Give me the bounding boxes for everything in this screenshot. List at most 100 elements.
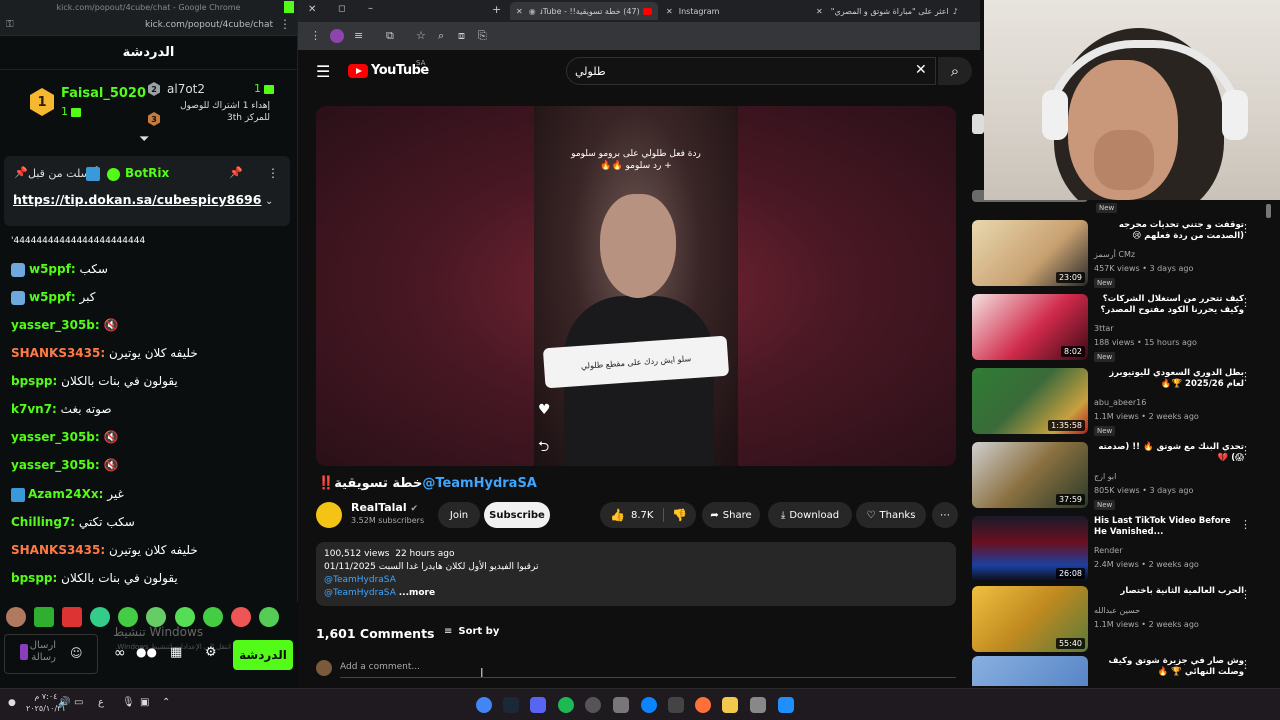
spotify-taskbar-icon[interactable] xyxy=(558,697,574,713)
video-thumbnail[interactable]: 23:09 xyxy=(972,220,1088,286)
language-indicator[interactable]: ع xyxy=(98,697,104,708)
video-description[interactable]: 100,512 views 22 hours ago ترقبوا الفيدي… xyxy=(316,542,956,606)
more-options-icon[interactable]: ⋮ xyxy=(1240,658,1251,671)
like-count[interactable]: 8.7K xyxy=(631,510,653,521)
chat-username[interactable]: w5ppf: xyxy=(29,290,76,304)
related-channel[interactable]: Render xyxy=(1094,546,1122,555)
related-video[interactable]: وش صار في جزيرة شوتق وكيف وصلت النهائي 🏆… xyxy=(972,656,1262,686)
pinned-user[interactable]: BotRix xyxy=(125,166,169,180)
leader-2-name[interactable]: al7ot2 xyxy=(167,82,205,96)
thanks-button[interactable]: ♡ Thanks xyxy=(856,502,926,528)
network-icon[interactable]: ▭ xyxy=(74,697,83,708)
obs-taskbar-icon[interactable] xyxy=(585,697,601,713)
video-thumbnail[interactable]: 8:02 xyxy=(972,294,1088,360)
chat-username[interactable]: SHANKS3435: xyxy=(11,543,105,557)
close-tab-icon[interactable]: ✕ xyxy=(666,7,673,16)
download-button[interactable]: ⤓ Download xyxy=(768,502,852,528)
video-player[interactable]: ردة فعل طلولي على برومو سلومو + رد سلومو… xyxy=(316,106,956,466)
related-video[interactable]: 37:59 تحدي البنك مع شوتق 🔥 !! (صدمته 😱) … xyxy=(972,442,1262,516)
camera-icon[interactable]: ▣ xyxy=(140,697,149,708)
task-view-icon[interactable] xyxy=(750,697,766,713)
join-button[interactable]: Join xyxy=(438,502,480,528)
channel-avatar[interactable] xyxy=(316,502,342,528)
calendar-icon[interactable]: ▦ xyxy=(170,645,182,660)
search-icon[interactable]: ⌕ xyxy=(938,57,972,85)
chat-username[interactable]: w5ppf: xyxy=(29,262,76,276)
related-title[interactable]: بطل الدوري السعودي لليوتيوبرز لعام 2025/… xyxy=(1094,368,1244,390)
unpin-icon[interactable]: 📌 xyxy=(229,166,243,179)
youtube-logo-icon[interactable] xyxy=(348,64,368,78)
show-hidden-icons-icon[interactable]: ⌃ xyxy=(162,697,170,708)
related-channel[interactable]: 3ttar xyxy=(1094,324,1114,333)
emote-icon[interactable] xyxy=(6,606,26,627)
emote-icon[interactable] xyxy=(258,606,279,627)
gear-icon[interactable]: ⚙ xyxy=(205,645,217,660)
sidebar-scrollbar[interactable] xyxy=(1266,204,1271,218)
chat-username[interactable]: bpspp: xyxy=(11,374,57,388)
emote-icon[interactable] xyxy=(118,606,139,627)
emote-icon[interactable] xyxy=(62,606,83,627)
windows-start-icon[interactable] xyxy=(778,697,794,713)
kick-urlbar[interactable]: ⚿ kick.com/popout/4cube/chat ⋮ xyxy=(0,14,297,36)
profile-avatar[interactable] xyxy=(330,29,344,43)
translate-icon[interactable]: ⧈ xyxy=(458,29,465,43)
menu-icon[interactable]: ⋮ xyxy=(279,17,291,31)
related-channel[interactable]: abu_abeer16 xyxy=(1094,398,1146,407)
search-input[interactable]: طلولي xyxy=(566,57,936,85)
related-video[interactable]: 1:35:58 بطل الدوري السعودي لليوتيوبرز لع… xyxy=(972,368,1262,442)
video-title-mention[interactable]: @TeamHydraSA xyxy=(422,476,537,491)
clear-search-icon[interactable]: ✕ xyxy=(915,62,927,78)
emote-icon[interactable] xyxy=(90,606,111,627)
chat-username[interactable]: Azam24Xx: xyxy=(28,487,103,501)
related-video[interactable]: 55:40 الحرب العالمية الثانية باختصار حسي… xyxy=(972,586,1262,660)
infinity-icon[interactable]: ∞ xyxy=(114,645,126,661)
more-options-icon[interactable]: ⋮ xyxy=(1240,296,1251,309)
sort-by-button[interactable]: ≡ Sort by xyxy=(444,626,499,637)
more-options-icon[interactable]: ⋮ xyxy=(1240,222,1251,235)
extensions-icon[interactable]: ⧉ xyxy=(386,29,394,43)
close-tab-icon[interactable]: ✕ xyxy=(516,7,523,16)
related-channel[interactable]: أرسمز CMz xyxy=(1094,250,1135,259)
related-video[interactable]: 26:08 His Last TikTok Video Before He Va… xyxy=(972,516,1262,590)
notification-icon[interactable]: ● xyxy=(8,698,16,708)
minimize-window-icon[interactable]: – xyxy=(368,3,373,14)
related-title[interactable]: توقفت و جتني تحديات محرجه (الصدمت من ردة… xyxy=(1094,220,1244,242)
tab-search-icon[interactable]: ≡ xyxy=(354,29,363,42)
related-title[interactable]: تحدي البنك مع شوتق 🔥 !! (صدمته 😱) 💔 xyxy=(1094,442,1244,464)
channel-name[interactable]: RealTalal ✔ xyxy=(351,501,418,514)
chat-username[interactable]: k7vn7: xyxy=(11,402,57,416)
related-title[interactable]: كيف تتحرر من استغلال الشركات؟ وكيف يحررن… xyxy=(1094,294,1245,316)
desc-link[interactable]: @TeamHydraSA xyxy=(324,588,396,598)
restore-window-icon[interactable]: ◻ xyxy=(338,4,345,14)
related-channel[interactable]: حسين عبدالله xyxy=(1094,606,1140,615)
video-thumbnail[interactable]: 37:59 xyxy=(972,442,1088,508)
more-options-icon[interactable]: ⋮ xyxy=(1240,518,1251,531)
tab-youtube[interactable]: ✕ ◉ (47) خطة تسويقية!! - YouTube xyxy=(510,2,658,20)
sidebar-chip[interactable] xyxy=(972,114,984,134)
emote-icon[interactable] xyxy=(34,606,55,627)
related-video[interactable]: 23:09 توقفت و جتني تحديات محرجه (الصدمت … xyxy=(972,220,1262,294)
chat-username[interactable]: yasser_305b: xyxy=(11,430,100,444)
mic-icon[interactable]: 🎙 xyxy=(122,697,135,708)
share-button[interactable]: ➦ Share xyxy=(702,502,760,528)
emoji-picker-icon[interactable]: ☺ xyxy=(70,646,83,660)
cast-icon[interactable]: ⎘ xyxy=(478,29,487,43)
app-taskbar-icon[interactable] xyxy=(613,697,629,713)
zoom-icon[interactable]: ⌕ xyxy=(438,29,444,43)
tab-instagram[interactable]: ✕ Instagram xyxy=(660,2,810,20)
related-title[interactable]: وش صار في جزيرة شوتق وكيف وصلت النهائي 🏆… xyxy=(1094,656,1244,678)
steam-taskbar-icon[interactable] xyxy=(503,697,519,713)
bookmark-star-icon[interactable]: ☆ xyxy=(416,29,426,42)
video-thumbnail[interactable]: 55:40 xyxy=(972,586,1088,652)
pinned-menu-icon[interactable]: ⋮ xyxy=(267,166,279,180)
chat-username[interactable]: Chilling7: xyxy=(11,515,75,529)
related-title[interactable]: الحرب العالمية الثانية باختصار xyxy=(1094,586,1244,597)
discord-taskbar-icon[interactable] xyxy=(530,697,546,713)
send-chat-button[interactable]: الدردشة xyxy=(233,640,293,670)
more-link[interactable]: ...more xyxy=(399,588,435,598)
chrome-taskbar-icon[interactable] xyxy=(476,697,492,713)
dislike-icon[interactable]: 👎 xyxy=(663,508,687,522)
subscribe-button[interactable]: Subscribe xyxy=(484,502,550,528)
expand-chevron-icon[interactable]: ⌄ xyxy=(265,196,273,207)
terminal-taskbar-icon[interactable] xyxy=(668,697,684,713)
